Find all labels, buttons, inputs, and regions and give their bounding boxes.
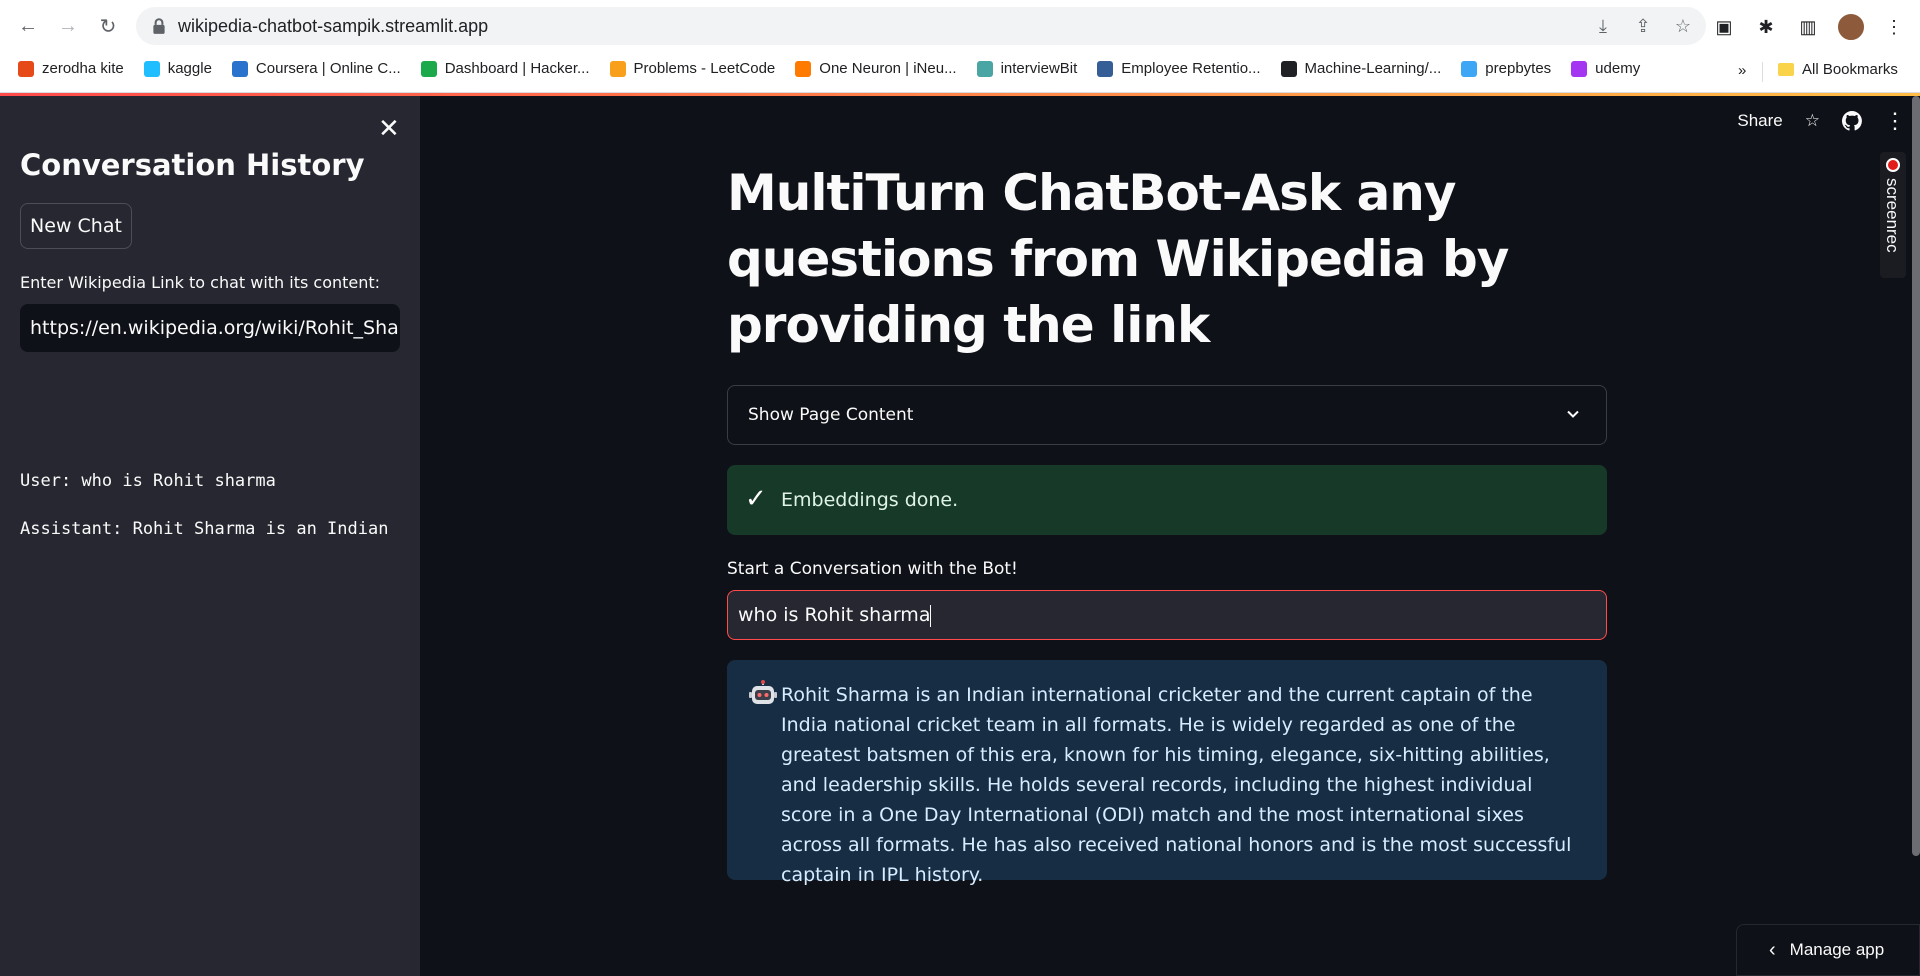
zerodha-icon xyxy=(18,60,34,77)
bookmark-label: Machine-Learning/... xyxy=(1304,60,1442,77)
favorite-star-icon[interactable]: ☆ xyxy=(1805,111,1820,131)
forward-icon[interactable]: → xyxy=(54,12,82,40)
lock-icon xyxy=(153,18,165,34)
kaggle-icon xyxy=(143,60,160,77)
github-icon[interactable] xyxy=(1842,111,1862,131)
app-menu-icon[interactable]: ⋮ xyxy=(1884,108,1906,134)
bookmark-label: Coursera | Online C... xyxy=(255,60,401,77)
tds-icon xyxy=(1097,60,1114,77)
history-assistant-message: Assistant: Rohit Sharma is an Indian xyxy=(20,519,389,539)
bookmark-item[interactable]: Dashboard | Hacker... xyxy=(420,60,590,77)
wikipedia-link-input[interactable]: https://en.wikipedia.org/wiki/Rohit_Shar… xyxy=(20,304,400,352)
manage-app-label: Manage app xyxy=(1789,940,1885,959)
extensions-icon[interactable]: ✱ xyxy=(1752,13,1780,41)
robot-icon xyxy=(749,680,777,704)
side-panel-icon[interactable]: ▥ xyxy=(1794,13,1822,41)
hackerrank-icon xyxy=(420,60,437,77)
browser-menu-icon[interactable]: ⋮ xyxy=(1880,13,1908,41)
install-icon[interactable]: ⤓ xyxy=(1590,13,1616,39)
bookmark-item[interactable]: prepbytes xyxy=(1461,60,1551,77)
bookmarks-overflow-button[interactable]: » xyxy=(1738,62,1746,79)
screenrec-widget[interactable]: screenrec xyxy=(1880,152,1906,278)
success-message: Embeddings done. xyxy=(781,489,959,511)
bookmarks-separator xyxy=(1762,62,1763,82)
bookmark-star-icon[interactable]: ☆ xyxy=(1670,13,1696,39)
bookmark-item[interactable]: One Neuron | iNeu... xyxy=(795,60,957,77)
bookmark-label: zerodha kite xyxy=(42,60,124,77)
page-title: MultiTurn ChatBot-Ask any questions from… xyxy=(727,164,1509,354)
leetcode-icon xyxy=(609,60,626,77)
all-bookmarks-label: All Bookmarks xyxy=(1802,61,1898,78)
bookmark-label: prepbytes xyxy=(1485,60,1552,77)
udemy-icon xyxy=(1571,60,1588,77)
check-icon: ✓ xyxy=(745,483,767,513)
github-icon xyxy=(1280,60,1297,77)
bookmark-label: Employee Retentio... xyxy=(1121,60,1261,77)
bookmark-label: udemy xyxy=(1595,60,1641,77)
close-sidebar-icon[interactable]: ✕ xyxy=(378,113,400,144)
ineuron-icon xyxy=(795,60,812,77)
bot-answer-box: Rohit Sharma is an Indian international … xyxy=(727,660,1607,886)
bookmark-label: One Neuron | iNeu... xyxy=(819,60,957,77)
bookmark-label: Dashboard | Hacker... xyxy=(444,60,590,77)
history-user-message: User: who is Rohit sharma xyxy=(20,471,276,491)
bookmark-item[interactable]: Machine-Learning/... xyxy=(1280,60,1442,77)
share-button[interactable]: Share xyxy=(1737,111,1782,131)
url-text[interactable]: wikipedia-chatbot-sampik.streamlit.app xyxy=(178,16,488,37)
bookmark-item[interactable]: Employee Retentio... xyxy=(1097,60,1261,77)
profile-avatar[interactable] xyxy=(1836,12,1866,42)
conversation-input-label: Start a Conversation with the Bot! xyxy=(727,559,1018,579)
browser-toolbar: ← → ↻ wikipedia-chatbot-sampik.streamlit… xyxy=(0,0,1920,52)
reload-icon[interactable]: ↻ xyxy=(94,12,122,40)
folder-icon xyxy=(1778,63,1794,76)
bookmark-label: Problems - LeetCode xyxy=(633,60,776,77)
app-toolbar: Share ☆ ⋮ xyxy=(1737,108,1906,134)
address-bar[interactable]: wikipedia-chatbot-sampik.streamlit.app ⤓… xyxy=(136,7,1706,45)
bookmark-item[interactable]: Coursera | Online C... xyxy=(231,60,401,77)
record-icon xyxy=(1886,158,1900,172)
conversation-input[interactable]: who is Rohit sharma xyxy=(727,590,1607,640)
bookmark-label: interviewBit xyxy=(1000,60,1078,77)
interviewbit-icon xyxy=(976,60,993,77)
picture-in-picture-icon[interactable]: ▣ xyxy=(1710,13,1738,41)
scrollbar[interactable] xyxy=(1912,96,1920,856)
bookmark-item[interactable]: kaggle xyxy=(143,60,212,77)
manage-app-button[interactable]: ‹ Manage app xyxy=(1736,924,1920,976)
prepbytes-icon xyxy=(1461,60,1478,77)
new-chat-button[interactable]: New Chat xyxy=(20,203,132,249)
back-icon[interactable]: ← xyxy=(14,12,42,40)
conversation-input-value: who is Rohit sharma xyxy=(738,604,931,626)
bookmark-item[interactable]: interviewBit xyxy=(976,60,1078,77)
conversation-history-title: Conversation History xyxy=(20,148,365,182)
all-bookmarks-button[interactable]: All Bookmarks xyxy=(1778,61,1898,78)
bot-answer-text: Rohit Sharma is an Indian international … xyxy=(781,684,1572,886)
expander-label: Show Page Content xyxy=(748,405,914,425)
coursera-icon xyxy=(231,60,248,77)
bookmark-item[interactable]: zerodha kite xyxy=(18,60,124,77)
share-page-icon[interactable]: ⇪ xyxy=(1630,13,1656,39)
text-caret xyxy=(930,604,932,627)
bookmark-label: kaggle xyxy=(167,60,212,77)
success-alert: ✓ Embeddings done. xyxy=(727,465,1607,535)
bookmark-item[interactable]: udemy xyxy=(1571,60,1640,77)
chevron-down-icon xyxy=(1567,410,1579,418)
wikipedia-link-label: Enter Wikipedia Link to chat with its co… xyxy=(20,273,381,292)
bookmark-item[interactable]: Problems - LeetCode xyxy=(609,60,776,77)
chevron-left-icon: ‹ xyxy=(1769,938,1776,961)
bookmarks-bar: zerodha kite kaggle Coursera | Online C...… xyxy=(0,52,1920,93)
screenrec-label: screenrec xyxy=(1883,178,1902,253)
show-page-content-expander[interactable]: Show Page Content xyxy=(727,385,1607,445)
